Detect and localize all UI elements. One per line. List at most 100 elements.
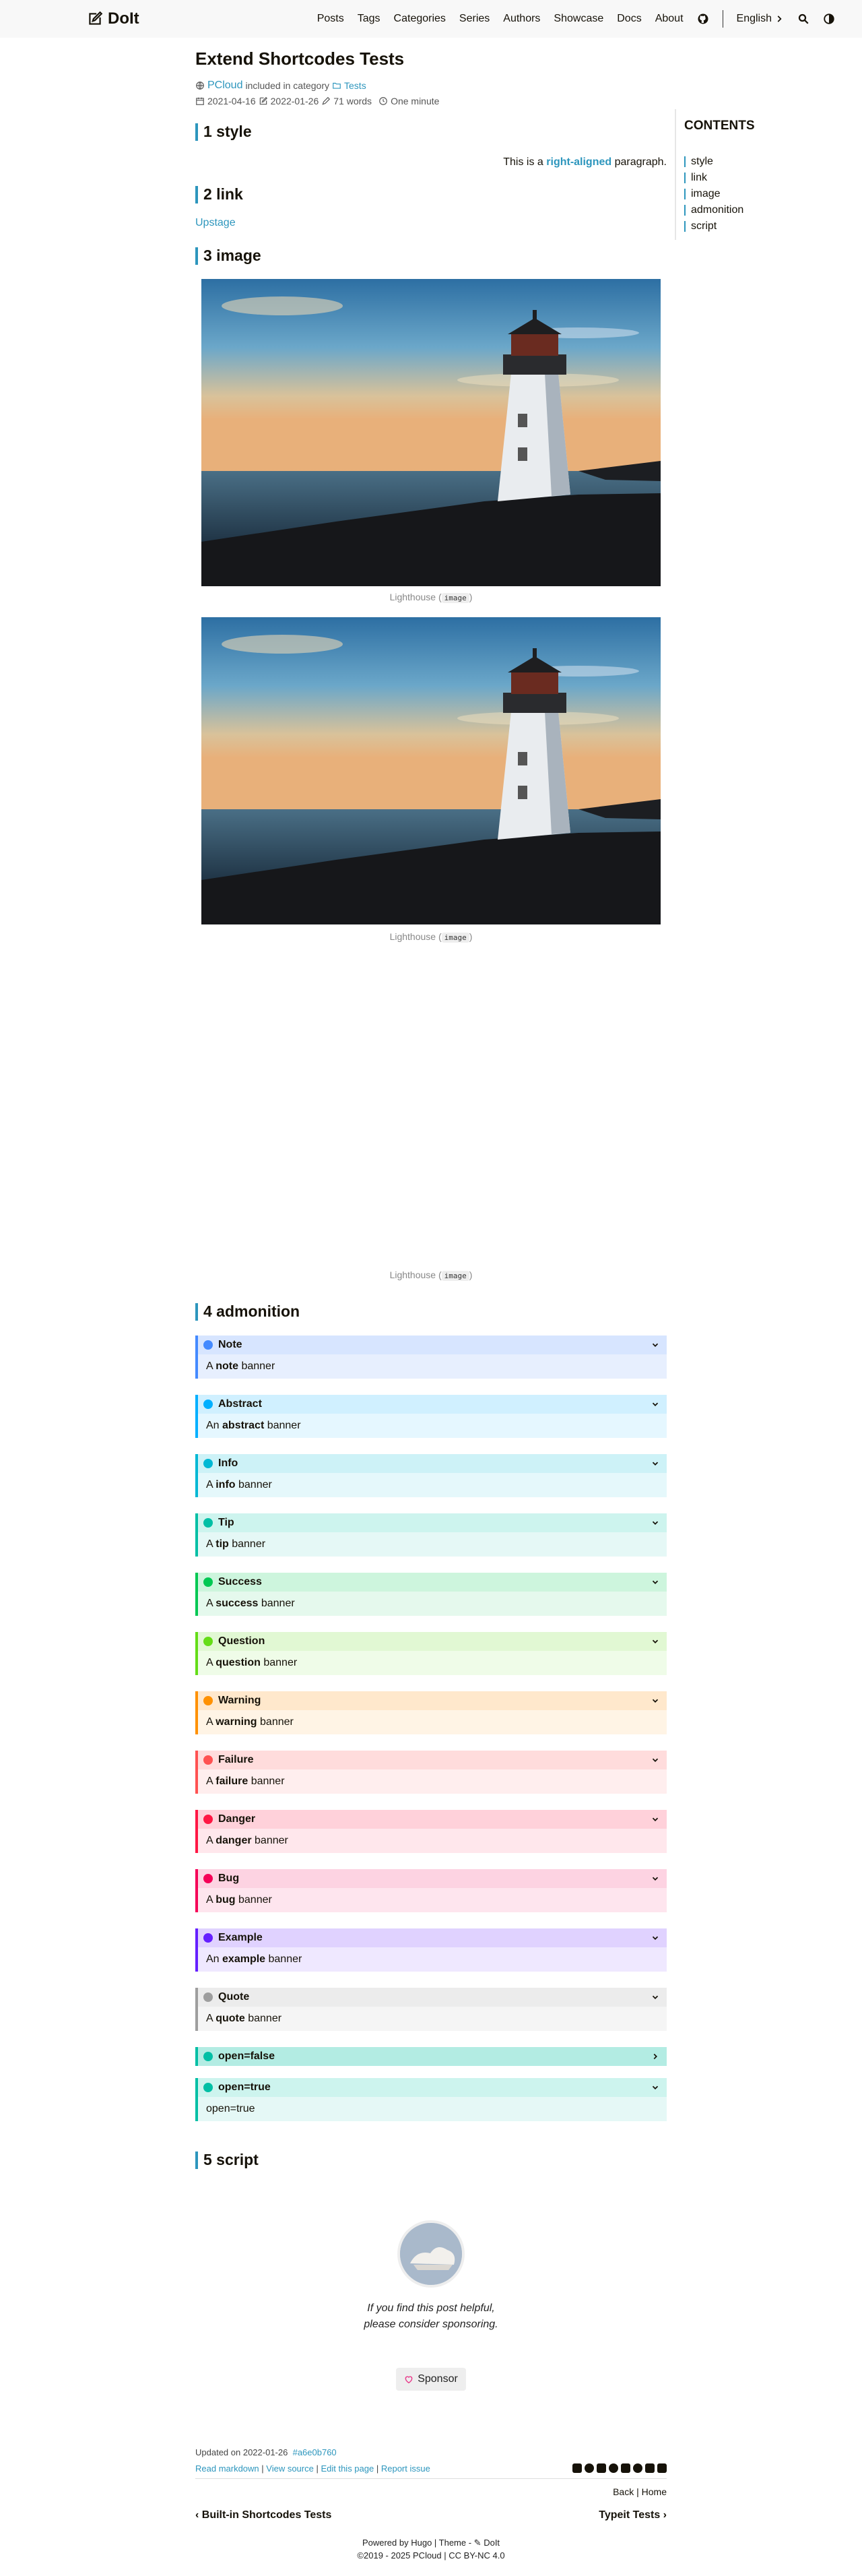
admonition-header[interactable]: Info <box>198 1454 667 1473</box>
read-markdown-link[interactable]: Read markdown <box>195 2463 259 2474</box>
chevron-down-icon[interactable] <box>651 1637 660 1646</box>
admonition-header[interactable]: Success <box>198 1573 667 1592</box>
reddit-icon[interactable] <box>609 2463 618 2473</box>
admonition-text-end: banner <box>257 1716 294 1728</box>
chevron-down-icon[interactable] <box>651 1696 660 1705</box>
weibo-icon[interactable] <box>633 2463 642 2473</box>
toc-item-image[interactable]: image <box>684 186 743 202</box>
admonition-keyword: danger <box>216 1835 252 1846</box>
admonition-header[interactable]: Failure <box>198 1751 667 1769</box>
back-home-links: Back | Home <box>613 2486 667 2497</box>
nav-about[interactable]: About <box>655 13 684 25</box>
nav-showcase[interactable]: Showcase <box>554 13 603 25</box>
chevron-down-icon[interactable] <box>651 2083 660 2092</box>
admonition-header[interactable]: Question <box>198 1632 667 1651</box>
github-icon[interactable] <box>697 13 709 25</box>
powered-text: Powered by Hugo | Theme - <box>362 2538 474 2548</box>
caption-code: image <box>441 933 469 943</box>
language-select[interactable]: English <box>737 13 784 25</box>
nav-authors[interactable]: Authors <box>503 13 540 25</box>
facebook-icon[interactable] <box>585 2463 594 2473</box>
admonition-text: A <box>206 1894 216 1906</box>
chevron-down-icon[interactable] <box>651 1400 660 1409</box>
logo-text: DoIt <box>108 9 139 28</box>
lighthouse-image-2[interactable] <box>201 617 661 924</box>
telegram-icon[interactable] <box>645 2463 655 2473</box>
commit-hash-link[interactable]: #a6e0b760 <box>293 2447 337 2457</box>
chevron-left-icon: ‹ <box>195 2509 199 2521</box>
para-highlight: right-aligned <box>546 156 612 168</box>
admonition-title: Success <box>218 1576 262 1588</box>
nav-posts[interactable]: Posts <box>317 13 344 25</box>
admonition-text: A <box>206 2013 216 2024</box>
list-icon <box>203 1400 213 1409</box>
chevron-down-icon[interactable] <box>651 1874 660 1883</box>
chevron-down-icon[interactable] <box>651 1577 660 1587</box>
admonition-danger: Danger A danger banner <box>195 1810 667 1853</box>
toc-item-style[interactable]: style <box>684 154 743 170</box>
theme-toggle-icon[interactable] <box>823 13 835 25</box>
caption-text: Lighthouse ( <box>389 931 442 942</box>
toc-item-script[interactable]: script <box>684 218 743 234</box>
section-title: 3 image <box>203 247 261 264</box>
hackernews-icon[interactable] <box>597 2463 606 2473</box>
theme-link[interactable]: DoIt <box>484 2538 500 2548</box>
admonition-header[interactable]: Example <box>198 1928 667 1947</box>
modified-date: 2022-01-26 <box>270 96 319 106</box>
admonition-header[interactable]: Abstract <box>198 1395 667 1414</box>
chevron-down-icon[interactable] <box>651 1340 660 1350</box>
toc-item-admonition[interactable]: admonition <box>684 202 743 218</box>
admonition-header[interactable]: Tip <box>198 1513 667 1532</box>
mastodon-icon[interactable] <box>657 2463 667 2473</box>
report-issue-link[interactable]: Report issue <box>381 2463 430 2474</box>
admonition-body: open=true <box>198 2097 667 2121</box>
nav-docs[interactable]: Docs <box>617 13 641 25</box>
view-source-link[interactable]: View source <box>266 2463 314 2474</box>
nav-tags[interactable]: Tags <box>358 13 380 25</box>
prev-post-title: Built-in Shortcodes Tests <box>201 2509 332 2521</box>
author-link[interactable]: PCloud <box>207 80 242 92</box>
admonition-header[interactable]: Warning <box>198 1691 667 1710</box>
next-post-link[interactable]: Typeit Tests › <box>599 2509 667 2521</box>
admonition-bug: Bug A bug banner <box>195 1869 667 1912</box>
admonition-header[interactable]: open=true <box>198 2078 667 2097</box>
twitter-icon[interactable] <box>572 2463 582 2473</box>
admonition-header[interactable]: Bug <box>198 1869 667 1888</box>
admonition-title: Failure <box>218 1754 254 1765</box>
chevron-right-icon[interactable] <box>651 2052 660 2061</box>
toc-item-link[interactable]: link <box>684 170 743 186</box>
chevron-down-icon[interactable] <box>651 1518 660 1528</box>
chevron-down-icon[interactable] <box>651 1815 660 1824</box>
caption-close: ) <box>469 931 473 942</box>
search-icon[interactable] <box>797 13 809 25</box>
home-link[interactable]: Home <box>642 2486 667 2497</box>
site-logo[interactable]: DoIt <box>86 9 139 28</box>
chevron-down-icon[interactable] <box>651 1755 660 1765</box>
back-link[interactable]: Back <box>613 2486 634 2497</box>
nav-categories[interactable]: Categories <box>394 13 446 25</box>
admonition-header[interactable]: Danger <box>198 1810 667 1829</box>
caption-close: ) <box>469 1269 473 1280</box>
chevron-down-icon[interactable] <box>651 1459 660 1468</box>
edit-page-link[interactable]: Edit this page <box>321 2463 374 2474</box>
admonition-header[interactable]: Quote <box>198 1988 667 2007</box>
lighthouse-image-1[interactable] <box>201 279 661 586</box>
sponsor-button[interactable]: Sponsor <box>396 2368 466 2391</box>
line-icon[interactable] <box>621 2463 630 2473</box>
admonition-header[interactable]: Note <box>198 1336 667 1354</box>
post-meta-dates: 2021-04-16 2022-01-26 71 words One minut… <box>195 96 439 106</box>
warning-triangle-icon <box>203 1696 213 1705</box>
chevron-down-icon[interactable] <box>651 1992 660 2002</box>
admonition-example: Example An example banner <box>195 1928 667 1972</box>
heart-icon <box>405 2376 413 2384</box>
upstage-link[interactable]: Upstage <box>195 217 236 229</box>
admonition-header[interactable]: open=false <box>198 2047 667 2066</box>
toc-label: admonition <box>691 204 744 216</box>
copyright-icon: © <box>357 2550 364 2561</box>
globe-icon <box>196 82 204 90</box>
nav-series[interactable]: Series <box>459 13 490 25</box>
admonition-text-end: banner <box>235 1479 272 1490</box>
chevron-down-icon[interactable] <box>651 1933 660 1943</box>
prev-post-link[interactable]: ‹ Built-in Shortcodes Tests <box>195 2509 331 2521</box>
category-link[interactable]: Tests <box>344 80 366 91</box>
